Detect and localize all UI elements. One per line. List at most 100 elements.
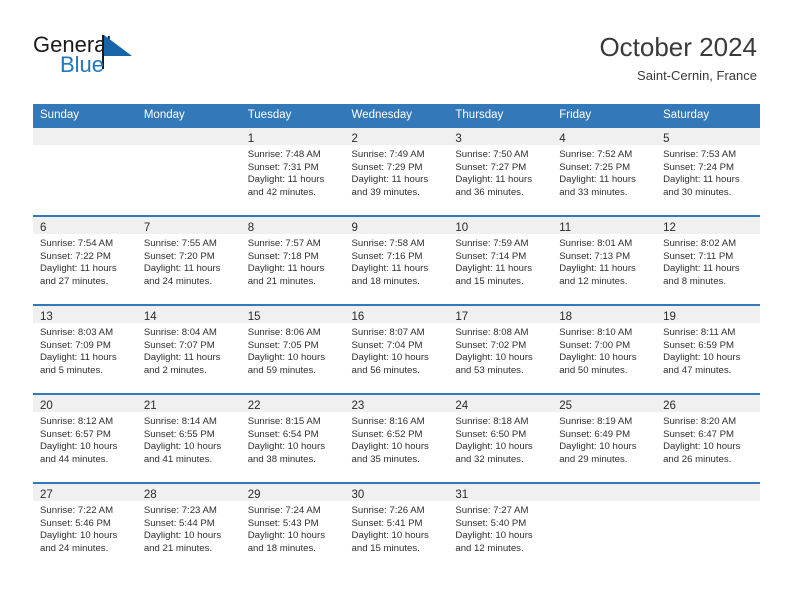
- sunset-text: Sunset: 6:59 PM: [663, 339, 734, 351]
- calendar-day-cell[interactable]: 29 Sunrise: 7:24 AM Sunset: 5:43 PM Dayligh…: [240, 482, 345, 571]
- calendar-day-cell[interactable]: 10 Sunrise: 7:59 AM Sunset: 7:14 PM Dayligh…: [448, 215, 553, 304]
- day-cell-inner: 12 Sunrise: 8:02 AM Sunset: 7:11 PM Dayligh…: [656, 215, 760, 304]
- day-number: 23: [351, 400, 365, 412]
- day-detail-lines: Sunrise: 8:12 AM Sunset: 6:57 PM Daylight:…: [33, 412, 137, 466]
- calendar-day-cell[interactable]: 7 Sunrise: 7:55 AM Sunset: 7:20 PM Daylight…: [136, 215, 241, 304]
- daylight-text: Daylight: 11 hours: [247, 263, 325, 275]
- day-detail-lines: Sunrise: 7:53 AM Sunset: 7:24 PM Daylight:…: [656, 145, 760, 199]
- calendar-day-cell[interactable]: 25 Sunrise: 8:19 AM Sunset: 6:49 PM Dayligh…: [552, 393, 657, 482]
- calendar-day-cell[interactable]: 22 Sunrise: 8:15 AM Sunset: 6:54 PM Dayligh…: [240, 393, 345, 482]
- day-number: 2: [351, 133, 358, 145]
- day-detail-lines: Sunrise: 8:15 AM Sunset: 6:54 PM Daylight:…: [241, 412, 345, 466]
- calendar-day-cell[interactable]: 8 Sunrise: 7:57 AM Sunset: 7:18 PM Daylight…: [240, 215, 345, 304]
- calendar-day-cell[interactable]: 14 Sunrise: 8:04 AM Sunset: 7:07 PM Dayligh…: [136, 304, 241, 393]
- sunrise-text: Sunrise: 7:26 AM: [351, 505, 425, 516]
- sunrise-sunset-calendar: Sunday Monday Tuesday Wednesday Thursday…: [33, 104, 760, 571]
- day-number-band: 17: [448, 306, 553, 323]
- triangle-flag-icon: [104, 35, 132, 56]
- calendar-day-cell[interactable]: 11 Sunrise: 8:01 AM Sunset: 7:13 PM Dayligh…: [552, 215, 657, 304]
- calendar-day-cell[interactable]: 4 Sunrise: 7:52 AM Sunset: 7:25 PM Daylight…: [552, 126, 657, 215]
- daylight-text: and 18 minutes.: [247, 542, 316, 554]
- day-detail-lines: [33, 145, 137, 149]
- calendar-day-cell[interactable]: 13 Sunrise: 8:03 AM Sunset: 7:09 PM Dayligh…: [33, 304, 137, 393]
- daylight-text: and 8 minutes.: [663, 275, 726, 287]
- calendar-day-cell[interactable]: 2 Sunrise: 7:49 AM Sunset: 7:29 PM Daylight…: [344, 126, 449, 215]
- day-cell-inner: 28 Sunrise: 7:23 AM Sunset: 5:44 PM Dayligh…: [136, 482, 241, 571]
- calendar-day-cell[interactable]: 23 Sunrise: 8:16 AM Sunset: 6:52 PM Dayligh…: [344, 393, 449, 482]
- calendar-day-cell[interactable]: 16 Sunrise: 8:07 AM Sunset: 7:04 PM Dayligh…: [344, 304, 449, 393]
- day-number-band: 5: [656, 128, 760, 145]
- calendar-day-cell[interactable]: 6 Sunrise: 7:54 AM Sunset: 7:22 PM Daylight…: [33, 215, 137, 304]
- day-detail-lines: Sunrise: 7:58 AM Sunset: 7:16 PM Daylight:…: [345, 234, 449, 288]
- calendar-day-cell[interactable]: 3 Sunrise: 7:50 AM Sunset: 7:27 PM Daylight…: [448, 126, 553, 215]
- calendar-day-cell[interactable]: 31 Sunrise: 7:27 AM Sunset: 5:40 PM Dayligh…: [448, 482, 553, 571]
- daylight-text: Daylight: 11 hours: [663, 174, 740, 186]
- day-cell-inner: 11 Sunrise: 8:01 AM Sunset: 7:13 PM Dayligh…: [552, 215, 657, 304]
- calendar-day-cell[interactable]: 5 Sunrise: 7:53 AM Sunset: 7:24 PM Daylight…: [656, 126, 760, 215]
- day-number-band: [136, 128, 241, 145]
- day-number-band: 18: [552, 306, 657, 323]
- weekday-header-wednesday: Wednesday: [344, 104, 449, 126]
- day-number: 25: [559, 400, 573, 412]
- sunrise-text: Sunrise: 8:15 AM: [247, 416, 321, 427]
- calendar-day-cell[interactable]: 9 Sunrise: 7:58 AM Sunset: 7:16 PM Daylight…: [344, 215, 449, 304]
- daylight-text: Daylight: 10 hours: [143, 441, 222, 453]
- weekday-header-tuesday: Tuesday: [240, 104, 345, 126]
- calendar-day-cell-empty: [656, 482, 760, 571]
- day-detail-lines: Sunrise: 7:57 AM Sunset: 7:18 PM Daylight:…: [241, 234, 345, 288]
- daylight-text: Daylight: 11 hours: [40, 352, 117, 364]
- calendar-day-cell[interactable]: 19 Sunrise: 8:11 AM Sunset: 6:59 PM Dayligh…: [656, 304, 760, 393]
- day-cell-inner: [656, 482, 760, 571]
- calendar-day-cell[interactable]: 1 Sunrise: 7:48 AM Sunset: 7:31 PM Daylight…: [240, 126, 345, 215]
- weekday-header-saturday: Saturday: [656, 104, 760, 126]
- calendar-day-cell[interactable]: 21 Sunrise: 8:14 AM Sunset: 6:55 PM Dayligh…: [136, 393, 241, 482]
- calendar-day-cell[interactable]: 26 Sunrise: 8:20 AM Sunset: 6:47 PM Dayligh…: [656, 393, 760, 482]
- day-number: 26: [663, 400, 676, 412]
- calendar-day-cell[interactable]: 24 Sunrise: 8:18 AM Sunset: 6:50 PM Dayligh…: [448, 393, 553, 482]
- calendar-day-cell[interactable]: 12 Sunrise: 8:02 AM Sunset: 7:11 PM Dayligh…: [656, 215, 760, 304]
- day-cell-inner: 10 Sunrise: 7:59 AM Sunset: 7:14 PM Dayligh…: [448, 215, 553, 304]
- day-number: 11: [559, 222, 572, 234]
- day-number: 9: [351, 222, 358, 234]
- day-detail-lines: [137, 145, 241, 149]
- generalblue-logo[interactable]: General Blue: [33, 32, 213, 84]
- calendar-week-row: 6 Sunrise: 7:54 AM Sunset: 7:22 PM Daylight…: [33, 215, 760, 304]
- daylight-text: and 15 minutes.: [455, 275, 524, 287]
- day-number-band: 23: [344, 395, 449, 412]
- daylight-text: Daylight: 10 hours: [663, 441, 741, 453]
- sunrise-text: Sunrise: 8:11 AM: [663, 327, 736, 338]
- daylight-text: Daylight: 10 hours: [351, 530, 429, 542]
- daylight-text: and 44 minutes.: [40, 453, 109, 465]
- day-number: 31: [455, 489, 469, 501]
- sunset-text: Sunset: 5:46 PM: [40, 517, 111, 529]
- logo-text-blue: Blue: [60, 52, 105, 77]
- sunset-text: Sunset: 7:14 PM: [455, 250, 527, 262]
- daylight-text: Daylight: 10 hours: [40, 441, 118, 453]
- day-cell-inner: 15 Sunrise: 8:06 AM Sunset: 7:05 PM Dayligh…: [240, 304, 345, 393]
- calendar-day-cell[interactable]: 17 Sunrise: 8:08 AM Sunset: 7:02 PM Dayligh…: [448, 304, 553, 393]
- calendar-day-cell[interactable]: 28 Sunrise: 7:23 AM Sunset: 5:44 PM Dayligh…: [136, 482, 241, 571]
- day-cell-inner: 14 Sunrise: 8:04 AM Sunset: 7:07 PM Dayligh…: [136, 304, 241, 393]
- sunset-text: Sunset: 7:00 PM: [559, 339, 631, 351]
- day-detail-lines: Sunrise: 8:02 AM Sunset: 7:11 PM Daylight:…: [656, 234, 760, 288]
- day-detail-lines: Sunrise: 8:04 AM Sunset: 7:07 PM Daylight:…: [137, 323, 241, 377]
- day-number-band: 15: [240, 306, 345, 323]
- sunrise-text: Sunrise: 7:54 AM: [40, 238, 114, 249]
- daylight-text: and 2 minutes.: [143, 364, 207, 376]
- daylight-text: and 5 minutes.: [40, 364, 103, 376]
- calendar-day-cell[interactable]: 20 Sunrise: 8:12 AM Sunset: 6:57 PM Dayligh…: [33, 393, 137, 482]
- sunset-text: Sunset: 6:50 PM: [455, 428, 527, 440]
- calendar-day-cell[interactable]: 30 Sunrise: 7:26 AM Sunset: 5:41 PM Dayligh…: [344, 482, 449, 571]
- day-number-band: 30: [344, 484, 449, 501]
- calendar-day-cell[interactable]: 27 Sunrise: 7:22 AM Sunset: 5:46 PM Dayligh…: [33, 482, 137, 571]
- daylight-text: Daylight: 11 hours: [559, 174, 636, 186]
- calendar-day-cell[interactable]: 15 Sunrise: 8:06 AM Sunset: 7:05 PM Dayligh…: [240, 304, 345, 393]
- daylight-text: Daylight: 10 hours: [559, 352, 637, 364]
- sunset-text: Sunset: 7:04 PM: [351, 339, 423, 351]
- daylight-text: Daylight: 11 hours: [455, 263, 532, 275]
- sunrise-text: Sunrise: 8:18 AM: [455, 416, 529, 427]
- calendar-day-cell[interactable]: 18 Sunrise: 8:10 AM Sunset: 7:00 PM Dayligh…: [552, 304, 657, 393]
- day-number-band: 7: [136, 217, 241, 234]
- sunset-text: Sunset: 7:13 PM: [559, 250, 631, 262]
- day-detail-lines: Sunrise: 7:59 AM Sunset: 7:14 PM Daylight:…: [448, 234, 552, 288]
